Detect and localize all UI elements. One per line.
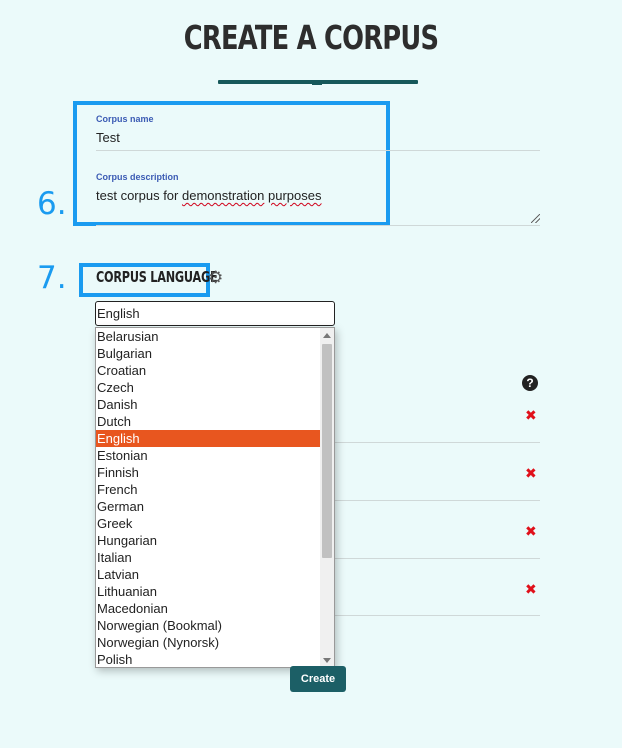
description-text: test corpus for (96, 188, 182, 203)
language-option[interactable]: Greek (96, 515, 320, 532)
language-option[interactable]: Danish (96, 396, 320, 413)
step7-label: 7. (37, 260, 67, 296)
language-select[interactable]: English (95, 301, 335, 326)
language-option[interactable]: Croatian (96, 362, 320, 379)
scrollbar-thumb[interactable] (322, 344, 332, 558)
language-option[interactable]: German (96, 498, 320, 515)
row-divider (335, 558, 540, 559)
textarea-resize-handle[interactable] (531, 214, 540, 223)
language-option[interactable]: Norwegian (Nynorsk) (96, 634, 320, 651)
misspelled-word: demonstration (181, 188, 265, 203)
language-option[interactable]: Lithuanian (96, 583, 320, 600)
language-option[interactable]: Dutch (96, 413, 320, 430)
language-option[interactable]: Bulgarian (96, 345, 320, 362)
language-option[interactable]: Hungarian (96, 532, 320, 549)
scroll-up-icon[interactable] (323, 333, 331, 338)
row-divider (335, 615, 540, 616)
dropdown-scrollbar[interactable] (320, 328, 334, 667)
remove-icon[interactable]: ✖ (525, 524, 537, 538)
row-divider (335, 500, 540, 501)
language-option[interactable]: Belarusian (96, 328, 320, 345)
corpus-description-label: Corpus description (96, 172, 179, 182)
corpus-name-underline (96, 150, 540, 151)
corpus-name-label: Corpus name (96, 114, 154, 124)
create-button[interactable]: Create (290, 666, 346, 692)
language-option[interactable]: French (96, 481, 320, 498)
language-option[interactable]: Latvian (96, 566, 320, 583)
gear-icon[interactable]: ⚙ (208, 269, 223, 286)
misspelled-word: purposes (268, 188, 322, 203)
corpus-description-textarea[interactable]: test corpus for demonstration purposes (96, 188, 321, 203)
help-icon[interactable]: ? (522, 375, 538, 391)
corpus-name-input[interactable]: Test (96, 130, 120, 145)
language-option[interactable]: Estonian (96, 447, 320, 464)
language-dropdown-list[interactable]: Belarusian Bulgarian Croatian Czech Danish Du… (95, 327, 335, 668)
language-option[interactable]: Polish (96, 651, 320, 667)
remove-icon[interactable]: ✖ (525, 582, 537, 596)
row-divider (335, 442, 540, 443)
remove-icon[interactable]: ✖ (525, 408, 537, 422)
language-option[interactable]: Finnish (96, 464, 320, 481)
scroll-down-icon[interactable] (323, 658, 331, 663)
corpus-language-heading: CORPUS LANGUAGE (96, 268, 218, 286)
page-title: CREATE A CORPUS (183, 18, 439, 57)
language-option[interactable]: English (96, 430, 320, 447)
remove-icon[interactable]: ✖ (525, 466, 537, 480)
language-options: Belarusian Bulgarian Croatian Czech Danish Du… (96, 328, 334, 667)
title-underline (218, 80, 418, 85)
step6-label: 6. (37, 186, 67, 222)
corpus-description-underline (96, 225, 540, 226)
language-option[interactable]: Czech (96, 379, 320, 396)
language-option[interactable]: Macedonian (96, 600, 320, 617)
language-option[interactable]: Italian (96, 549, 320, 566)
language-option[interactable]: Norwegian (Bookmal) (96, 617, 320, 634)
